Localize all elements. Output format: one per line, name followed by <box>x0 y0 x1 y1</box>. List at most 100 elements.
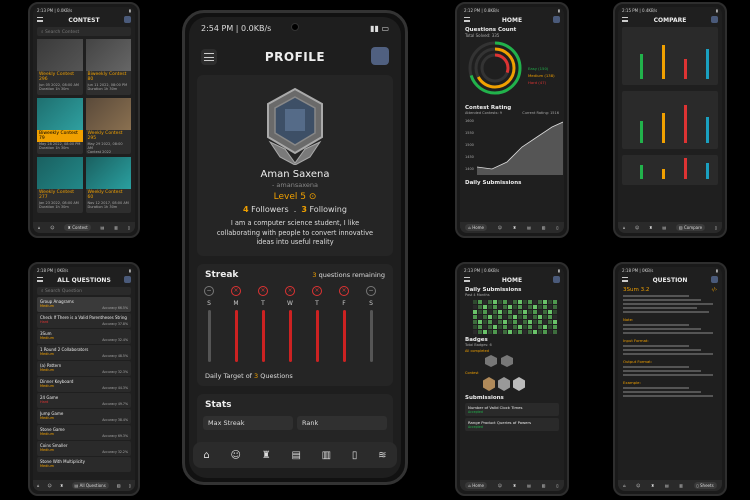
home-icon[interactable]: ⌂ <box>203 450 209 461</box>
question-row[interactable]: 1 Round 2 Collaborators Medium Accuracy 48… <box>37 345 131 360</box>
sheet-icon[interactable]: ▯ <box>715 225 717 230</box>
sheet-icon[interactable]: ▯ <box>352 450 358 461</box>
contest-card[interactable]: Weekly Contest 60 Nov 12 2017, 08:00 AM … <box>85 157 131 213</box>
contest-card[interactable]: Weekly Contest 295 May 29 2022, 08:00 AM… <box>85 98 131 154</box>
question-row[interactable]: 3Sum Medium Accuracy 32.4% <box>37 329 131 344</box>
heatmap-cell <box>548 330 552 334</box>
discuss-icon[interactable]: ☺ <box>498 225 502 230</box>
list-icon[interactable]: ▤ <box>665 483 669 488</box>
layers-icon[interactable]: ≋ <box>378 450 386 461</box>
chart-icon[interactable]: ▥ <box>117 483 121 488</box>
question-row[interactable]: Jump Game Medium Accuracy 38.4% <box>37 409 131 424</box>
chart-icon[interactable]: ▥ <box>542 483 546 488</box>
contest-card[interactable]: Weekly Contest 296 Jun 05 2022, 08:00 AM… <box>37 39 83 95</box>
front-camera <box>291 23 299 31</box>
contest-card[interactable]: Biweekly Contest 80 Jun 11 2022, 08:00 P… <box>85 39 131 95</box>
question-row[interactable]: 24 Game Hard Accuracy 49.7% <box>37 393 131 408</box>
chart-icon[interactable]: ▥ <box>322 450 331 461</box>
chart-icon[interactable]: ▥ <box>542 225 546 230</box>
contest-icon[interactable]: ♜ <box>513 483 517 488</box>
question-row[interactable]: Check If There is a Valid Parentheses St… <box>37 313 131 328</box>
search-input[interactable]: ⌕ Search Contest <box>37 27 131 36</box>
nav-all-questions[interactable]: ▤ All Questions <box>71 482 109 489</box>
contest-icon[interactable]: ♜ <box>60 483 64 488</box>
discuss-icon[interactable]: ☺ <box>231 450 241 461</box>
cross-icon: × <box>285 285 295 296</box>
followers-label[interactable]: Followers <box>251 205 288 214</box>
info-icon[interactable]: ⊙ <box>309 192 317 202</box>
avatar[interactable] <box>124 276 131 283</box>
list-icon[interactable]: ▤ <box>662 225 666 230</box>
home-icon[interactable]: ⌂ <box>37 483 40 488</box>
contest-icon[interactable]: ♜ <box>651 483 655 488</box>
contest-icon[interactable]: ♜ <box>262 450 271 461</box>
menu-icon[interactable] <box>37 17 43 22</box>
list-icon[interactable]: ▤ <box>101 225 105 230</box>
following-count: 3 <box>301 205 307 214</box>
sheet-icon[interactable]: ▯ <box>128 225 130 230</box>
question-row[interactable]: (a) Pattern Medium Accuracy 32.3% <box>37 361 131 376</box>
menu-button[interactable] <box>201 49 217 65</box>
accuracy-label: Accuracy 44.3% <box>102 386 128 390</box>
heatmap-cell <box>533 300 537 304</box>
menu-icon[interactable] <box>464 277 470 282</box>
heatmap-cell <box>513 330 517 334</box>
discuss-icon[interactable]: ☺ <box>636 483 640 488</box>
compare-bar <box>706 117 709 143</box>
discuss-icon[interactable]: ☺ <box>635 225 639 230</box>
accuracy-label: Accuracy 49.7% <box>102 402 128 406</box>
chart-icon[interactable]: ▥ <box>114 225 118 230</box>
text-line <box>623 349 702 351</box>
contest-card[interactable]: Biweekly Contest 79 May 28 2022, 08:00 P… <box>37 98 83 154</box>
avatar[interactable] <box>711 276 718 283</box>
menu-icon[interactable] <box>464 17 470 22</box>
nav-home[interactable]: ⌂ Home <box>465 482 488 489</box>
nav-contest[interactable]: ♜ Contest <box>64 224 91 231</box>
compare-bar <box>706 49 709 79</box>
avatar[interactable] <box>371 47 389 65</box>
question-row[interactable]: Dinner Keyboard Medium Accuracy 44.3% <box>37 377 131 392</box>
search-input[interactable]: ⌕ Search Question <box>37 287 131 295</box>
sheet-icon[interactable]: ▯ <box>556 225 558 230</box>
question-row[interactable]: Group Anagrams Medium Accuracy 66.5% <box>37 297 131 312</box>
avatar[interactable] <box>711 16 718 23</box>
contest-icon[interactable]: ♜ <box>513 225 517 230</box>
menu-icon[interactable] <box>37 277 43 282</box>
submission-item[interactable]: Range Product Queries of Powers Accepted <box>465 418 559 431</box>
aq-header: ALL QUESTIONS <box>33 274 135 286</box>
contest-icon[interactable]: ♜ <box>649 225 653 230</box>
discuss-icon[interactable]: ☺ <box>48 483 52 488</box>
home-icon[interactable]: ⌂ <box>623 483 626 488</box>
avatar[interactable] <box>553 276 560 283</box>
heatmap-cell <box>513 315 517 319</box>
discuss-icon[interactable]: ☺ <box>498 483 502 488</box>
avatar[interactable] <box>124 16 131 23</box>
menu-icon[interactable] <box>622 277 628 282</box>
home-icon[interactable]: ⌂ <box>623 225 626 230</box>
rating-chart: 1600 1550 1500 1450 1400 <box>465 115 563 177</box>
text-line <box>623 370 702 372</box>
following-label[interactable]: Following <box>309 205 346 214</box>
code-icon[interactable]: ‹/› <box>711 287 717 293</box>
submission-item[interactable]: Number of Valid Clock Times Accepted <box>465 403 559 416</box>
heatmap-cell <box>493 300 497 304</box>
menu-icon[interactable] <box>622 17 628 22</box>
sheet-icon[interactable]: ▯ <box>556 483 558 488</box>
contest-info: Duration 1h 30m <box>39 87 69 91</box>
question-row[interactable]: Stone With Multiplicity Medium <box>37 457 131 472</box>
home-icon[interactable]: ⌂ <box>38 225 41 230</box>
question-row[interactable]: Stone Game Medium Accuracy 69.3% <box>37 425 131 440</box>
list-icon[interactable]: ▤ <box>291 450 300 461</box>
question-row[interactable]: Coins Smaller Medium Accuracy 32.2% <box>37 441 131 456</box>
heatmap-cell <box>473 310 477 314</box>
sheet-icon[interactable]: ▯ <box>129 483 131 488</box>
discuss-icon[interactable]: ☺ <box>50 225 54 230</box>
chart-icon[interactable]: ▥ <box>679 483 683 488</box>
list-icon[interactable]: ▤ <box>527 483 531 488</box>
nav-home[interactable]: ⌂ Home <box>465 224 488 231</box>
list-icon[interactable]: ▤ <box>527 225 531 230</box>
nav-compare[interactable]: ▥ Compare <box>675 224 706 231</box>
nav-sheets[interactable]: ▯ Sheets <box>693 482 717 489</box>
avatar[interactable] <box>553 16 560 23</box>
contest-card[interactable]: Weekly Contest 277 Jan 23 2022, 08:00 AM… <box>37 157 83 213</box>
